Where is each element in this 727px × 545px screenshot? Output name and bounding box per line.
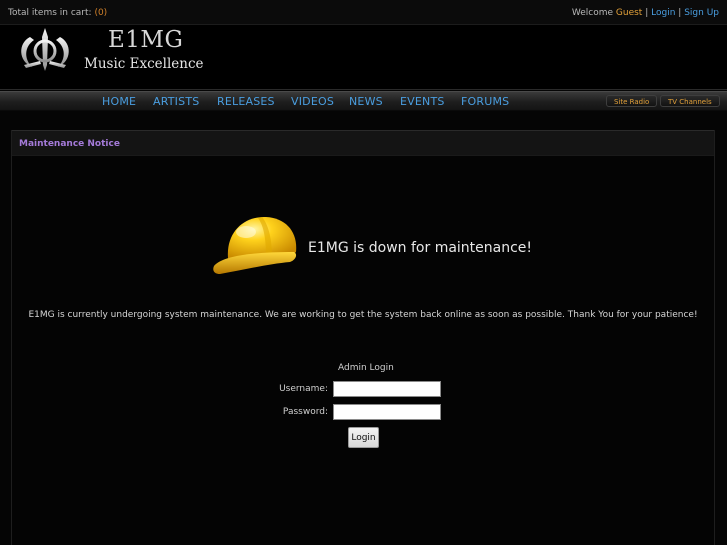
site-radio-button[interactable]: Site Radio bbox=[606, 95, 658, 107]
password-input[interactable] bbox=[333, 404, 441, 420]
username-input[interactable] bbox=[333, 381, 441, 397]
username-display: Guest bbox=[615, 8, 643, 18]
top-bar: Total items in cart: (0) Welcome Guest |… bbox=[0, 0, 727, 24]
panel-header: Maintenance Notice bbox=[12, 130, 714, 156]
separator: | bbox=[678, 8, 682, 18]
cart-label: Total items in cart: bbox=[8, 8, 92, 18]
tv-channels-button[interactable]: TV Channels bbox=[660, 95, 720, 107]
signup-link[interactable]: Sign Up bbox=[684, 8, 719, 18]
welcome-text: Welcome bbox=[571, 8, 614, 18]
maintenance-headline: E1MG is down for maintenance! bbox=[308, 240, 533, 256]
username-label: Username: bbox=[279, 384, 328, 394]
nav-item-events[interactable]: EVENTS bbox=[400, 95, 445, 108]
admin-login-title: Admin Login bbox=[338, 363, 394, 373]
maintenance-message: E1MG is currently undergoing system main… bbox=[28, 310, 698, 320]
separator: | bbox=[645, 8, 649, 18]
hard-hat-icon bbox=[213, 216, 297, 274]
logo-title: E1MG bbox=[108, 27, 184, 53]
main-nav: HOME ARTISTS RELEASES VIDEOS NEWS EVENTS… bbox=[0, 91, 727, 111]
nav-item-videos[interactable]: VIDEOS bbox=[291, 95, 334, 108]
password-label: Password: bbox=[282, 407, 328, 417]
login-button[interactable]: Login bbox=[348, 427, 379, 448]
panel-title: Maintenance Notice bbox=[19, 139, 120, 149]
logo-tagline: Music Excellence bbox=[84, 56, 204, 72]
user-bar: Welcome Guest | Login | Sign Up bbox=[572, 8, 719, 18]
nav-item-home[interactable]: HOME bbox=[102, 95, 136, 108]
nav-item-news[interactable]: NEWS bbox=[349, 95, 383, 108]
khanda-logo-icon[interactable] bbox=[14, 27, 76, 73]
maintenance-panel: Maintenance Notice E1MG is down for main… bbox=[11, 130, 715, 545]
nav-item-forums[interactable]: FORUMS bbox=[461, 95, 509, 108]
site-header: E1MG Music Excellence bbox=[0, 24, 727, 90]
login-link[interactable]: Login bbox=[651, 8, 675, 18]
cart-summary: Total items in cart: (0) bbox=[8, 8, 107, 18]
nav-item-artists[interactable]: ARTISTS bbox=[153, 95, 199, 108]
nav-item-releases[interactable]: RELEASES bbox=[217, 95, 275, 108]
cart-count[interactable]: (0) bbox=[94, 8, 107, 18]
